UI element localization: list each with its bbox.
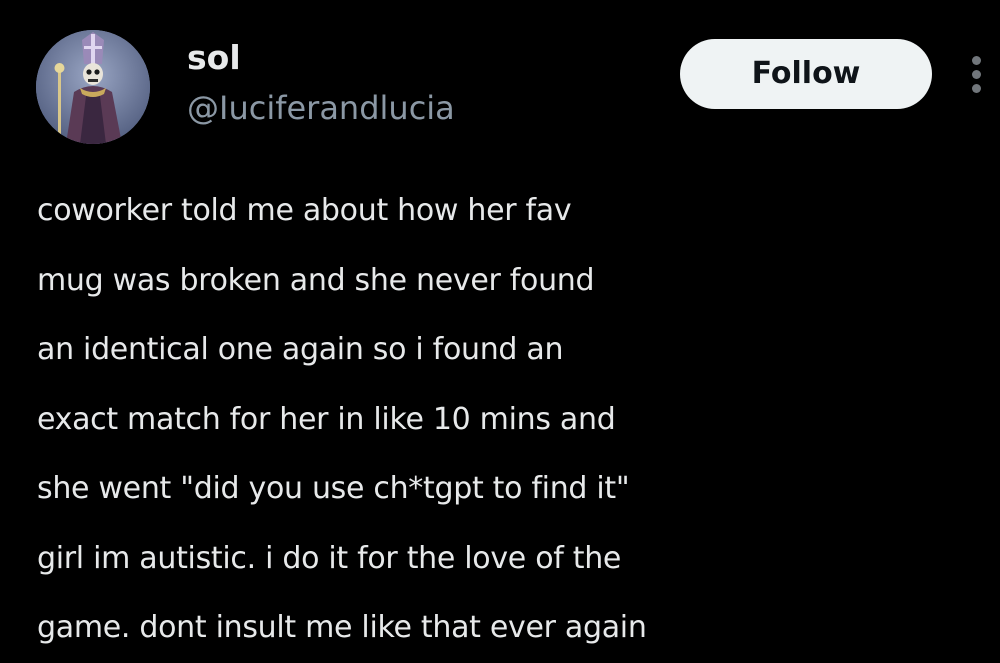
tweet-text-line: she went "did you use ch*tgpt to find it… xyxy=(37,471,630,506)
avatar[interactable] xyxy=(36,30,150,144)
ornate-figure-avatar-icon xyxy=(36,30,150,144)
tweet-text-line: exact match for her in like 10 mins and xyxy=(37,401,616,437)
user-handle[interactable]: @Iuciferandlucia xyxy=(187,88,455,128)
more-dot xyxy=(972,70,981,79)
tweet-text-line: game. dont insult me like that ever agai… xyxy=(37,610,647,645)
more-dot xyxy=(972,56,981,65)
tweet-text-line: mug was broken and she never found xyxy=(37,262,595,298)
tweet-text-line: an identical one again so i found an xyxy=(37,332,564,367)
display-name[interactable]: sol xyxy=(187,38,241,78)
tweet-text-line: girl im autistic. i do it for the love o… xyxy=(37,540,622,576)
more-options-button[interactable] xyxy=(964,52,990,96)
follow-button[interactable]: Follow xyxy=(680,39,932,109)
more-dot xyxy=(972,84,981,93)
tweet-text: coworker told me about how her fav mug w… xyxy=(37,176,997,663)
tweet-text-line: coworker told me about how her fav xyxy=(37,193,572,228)
tweet-card: sol @Iuciferandlucia Follow coworker tol… xyxy=(0,0,1000,645)
